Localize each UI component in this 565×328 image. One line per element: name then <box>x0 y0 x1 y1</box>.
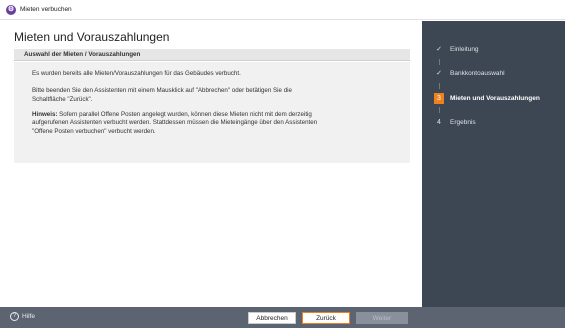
checkmark-icon: ✓ <box>436 70 442 77</box>
step-connector <box>439 59 440 65</box>
help-label: Hilfe <box>22 313 36 320</box>
info-text-2-line-2: Schaltfläche "Zurück". <box>32 95 93 103</box>
step-connector <box>439 107 440 113</box>
footer-bar: ? Hilfe Abbrechen Zurück Weiter <box>0 307 565 328</box>
help-icon: ? <box>10 312 19 321</box>
step-einleitung: ✓ Einleitung <box>434 45 479 54</box>
step-label: Ergebnis <box>450 119 476 126</box>
step-label: Bankkontoauswahl <box>450 69 505 77</box>
hint-label: Hinweis: <box>32 111 58 118</box>
step-number: 4 <box>437 119 441 126</box>
title-bar: ⚙ Mieten verbuchen <box>0 0 565 20</box>
cancel-button[interactable]: Abbrechen <box>248 312 296 324</box>
help-link[interactable]: ? Hilfe <box>10 312 35 321</box>
app-logo-icon: ⚙ <box>6 4 16 15</box>
info-text-2-line-1: Bitte beenden Sie den Assistenten mit ei… <box>32 87 292 94</box>
next-button[interactable]: Weiter <box>356 312 408 324</box>
main-panel: Mieten und Vorauszahlungen Auswahl der M… <box>0 21 422 307</box>
step-label: Einleitung <box>450 45 479 53</box>
step-ergebnis: 4 Ergebnis <box>434 119 476 126</box>
hint-text-1: Sofern parallel Offene Posten angelegt w… <box>57 111 312 118</box>
page-title: Mieten und Vorauszahlungen <box>14 30 170 44</box>
step-number-badge: 3 <box>434 93 444 104</box>
back-button[interactable]: Zurück <box>302 312 350 324</box>
hint-line-3: "Offene Posten verbuchen" verbucht werde… <box>32 128 156 135</box>
window-title: Mieten verbuchen <box>20 6 72 13</box>
checkmark-icon: ✓ <box>436 46 442 53</box>
info-text-1: Es wurden bereits alle Mieten/Vorauszahl… <box>32 70 241 77</box>
step-label: Mieten und Vorauszahlungen <box>450 95 540 102</box>
step-connector <box>439 83 440 89</box>
wizard-steps-sidebar: ✓ Einleitung ✓ Bankkontoauswahl 3 Mieten… <box>422 21 565 307</box>
step-bankkontoauswahl: ✓ Bankkontoauswahl <box>434 69 505 78</box>
hint-line-2: aufgerufenen Assistenten verbucht werden… <box>32 119 318 126</box>
info-text-2: Bitte beenden Sie den Assistenten mit ei… <box>32 87 392 104</box>
step-mieten-und-vorauszahlungen: 3 Mieten und Vorauszahlungen <box>434 93 540 104</box>
section-header: Auswahl der Mieten / Vorauszahlungen <box>14 49 410 61</box>
